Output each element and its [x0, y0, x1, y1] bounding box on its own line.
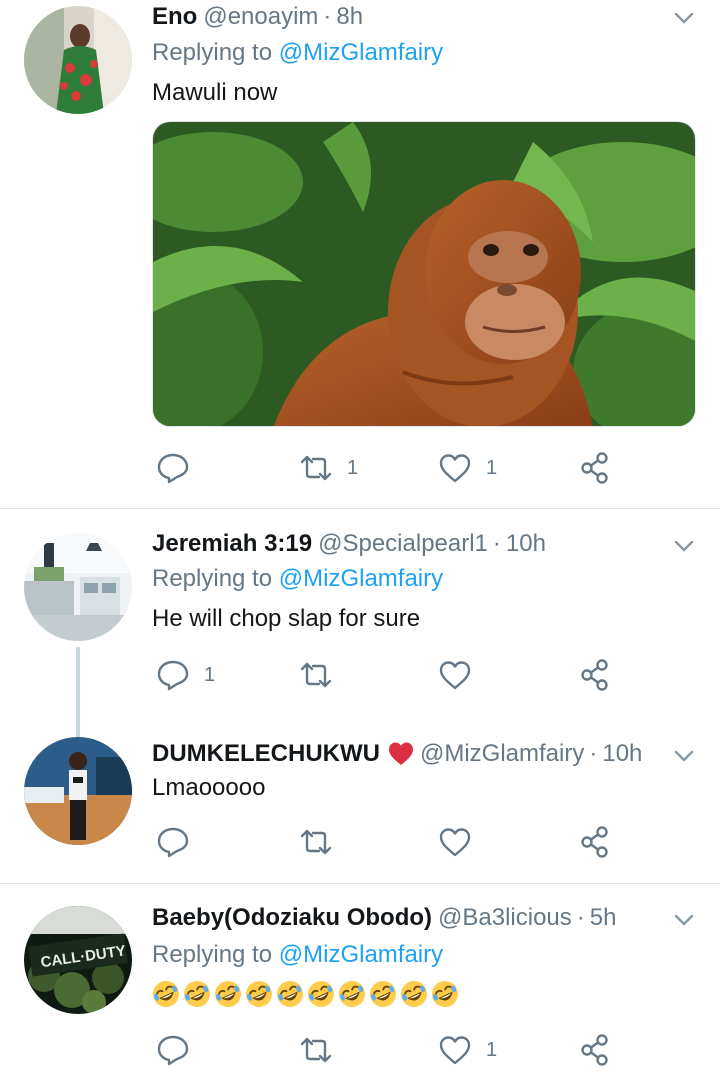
- share-button[interactable]: [578, 825, 612, 859]
- mention-link[interactable]: @MizGlamfairy: [279, 565, 443, 592]
- like-button[interactable]: [438, 658, 486, 692]
- like-icon: [439, 661, 471, 690]
- like-count: 1: [486, 1038, 498, 1061]
- like-count: 1: [486, 456, 498, 479]
- separator: ·: [576, 904, 585, 931]
- tweet-text: Mawuli now: [152, 79, 278, 106]
- reply-button[interactable]: [156, 1033, 204, 1067]
- tweet[interactable]: Eno @enoayim · 8h Replying to @MizGlamfa…: [0, 0, 720, 508]
- share-icon: [581, 659, 608, 691]
- avatar-image: [24, 6, 132, 114]
- retweet-button[interactable]: [299, 658, 347, 692]
- chevron-down-icon[interactable]: [672, 908, 696, 932]
- rolling-on-floor-laughing-emoji-icon: [246, 981, 272, 1007]
- separator: ·: [589, 740, 598, 767]
- replying-to-label: Replying to: [152, 941, 273, 968]
- tweet-header: DUMKELECHUKWU @MizGlamfairy · 10h: [152, 737, 642, 771]
- share-icon: [581, 1034, 608, 1066]
- reply-button[interactable]: [156, 451, 204, 485]
- tweet-text: He will chop slap for sure: [152, 605, 421, 632]
- tweet-header: Eno @enoayim · 8h: [152, 0, 363, 34]
- replying-to: Replying to @MizGlamfairy: [152, 36, 443, 70]
- avatar[interactable]: [24, 6, 132, 114]
- share-button[interactable]: [578, 1033, 612, 1067]
- tweet-emoji-text: [152, 980, 459, 1008]
- separator: ·: [323, 3, 332, 30]
- thread-connector: [76, 647, 80, 737]
- retweet-icon: [300, 829, 332, 855]
- tweet-header: Jeremiah 3:19 @Specialpearl1 · 10h: [152, 527, 546, 561]
- share-button[interactable]: [578, 451, 612, 485]
- separator: ·: [492, 530, 501, 557]
- reply-button[interactable]: [156, 825, 204, 859]
- rolling-on-floor-laughing-emoji-icon: [370, 981, 396, 1007]
- share-icon: [581, 826, 608, 858]
- like-icon: [439, 828, 471, 857]
- red-heart-emoji-icon: [388, 742, 413, 765]
- user-handle[interactable]: @Ba3licious: [438, 901, 572, 935]
- retweet-icon: [300, 455, 332, 481]
- reply-icon: [157, 660, 189, 691]
- chevron-down-icon[interactable]: [672, 534, 696, 558]
- avatar-image: CALL·DUTY: [24, 906, 132, 1014]
- rolling-on-floor-laughing-emoji-icon: [308, 981, 334, 1007]
- timestamp[interactable]: 8h: [336, 0, 363, 34]
- retweet-button[interactable]: 1: [299, 451, 358, 485]
- timestamp[interactable]: 5h: [590, 901, 617, 935]
- reply-icon: [157, 453, 189, 484]
- retweet-button[interactable]: [299, 1033, 347, 1067]
- replying-to: Replying to @MizGlamfairy: [152, 938, 443, 972]
- retweet-icon: [300, 662, 332, 688]
- tweet[interactable]: CALL·DUTY Baeby(Odoziaku Obodo) @Ba3lici…: [0, 884, 720, 1080]
- display-name[interactable]: Jeremiah 3:19: [152, 527, 312, 561]
- avatar[interactable]: [24, 737, 132, 845]
- like-icon: [439, 454, 471, 483]
- like-button[interactable]: 1: [438, 1033, 497, 1067]
- retweet-count: 1: [347, 456, 359, 479]
- rolling-on-floor-laughing-emoji-icon: [153, 981, 179, 1007]
- reply-icon: [157, 827, 189, 858]
- avatar[interactable]: CALL·DUTY: [24, 906, 132, 1014]
- rolling-on-floor-laughing-emoji-icon: [184, 981, 210, 1007]
- replying-to: Replying to @MizGlamfairy: [152, 562, 443, 596]
- chevron-down-icon[interactable]: [672, 6, 696, 30]
- mention-link[interactable]: @MizGlamfairy: [279, 39, 443, 66]
- tweet-text: Lmaooooo: [152, 774, 266, 801]
- rolling-on-floor-laughing-emoji-icon: [215, 981, 241, 1007]
- timestamp[interactable]: 10h: [602, 737, 642, 771]
- display-name[interactable]: Eno: [152, 0, 197, 34]
- retweet-button[interactable]: [299, 825, 347, 859]
- replying-to-label: Replying to: [152, 39, 273, 66]
- rolling-on-floor-laughing-emoji-icon: [339, 981, 365, 1007]
- tweet[interactable]: Jeremiah 3:19 @Specialpearl1 · 10h Reply…: [0, 509, 720, 883]
- tweet-photo[interactable]: [152, 121, 696, 427]
- share-button[interactable]: [578, 658, 612, 692]
- display-name[interactable]: DUMKELECHUKWU: [152, 737, 380, 771]
- reply-count: 1: [204, 663, 216, 686]
- reply-button[interactable]: 1: [156, 658, 215, 692]
- like-icon: [439, 1036, 471, 1065]
- rolling-on-floor-laughing-emoji-icon: [432, 981, 458, 1007]
- timestamp[interactable]: 10h: [506, 527, 546, 561]
- rolling-on-floor-laughing-emoji-icon: [401, 981, 427, 1007]
- retweet-icon: [300, 1037, 332, 1063]
- like-button[interactable]: 1: [438, 451, 497, 485]
- avatar[interactable]: [24, 533, 132, 641]
- chevron-down-icon[interactable]: [672, 744, 696, 768]
- like-button[interactable]: [438, 825, 486, 859]
- user-handle[interactable]: @MizGlamfairy: [420, 737, 584, 771]
- avatar-image: [24, 533, 132, 641]
- reply-icon: [157, 1035, 189, 1066]
- rolling-on-floor-laughing-emoji-icon: [277, 981, 303, 1007]
- orangutan-photo: [153, 122, 695, 426]
- display-name[interactable]: Baeby(Odoziaku Obodo): [152, 901, 432, 935]
- mention-link[interactable]: @MizGlamfairy: [279, 941, 443, 968]
- share-icon: [581, 452, 608, 484]
- user-handle[interactable]: @Specialpearl1: [318, 527, 488, 561]
- tweet-header: Baeby(Odoziaku Obodo) @Ba3licious · 5h: [152, 901, 616, 935]
- avatar-image: [24, 737, 132, 845]
- user-handle[interactable]: @enoayim: [203, 0, 318, 34]
- replying-to-label: Replying to: [152, 565, 273, 592]
